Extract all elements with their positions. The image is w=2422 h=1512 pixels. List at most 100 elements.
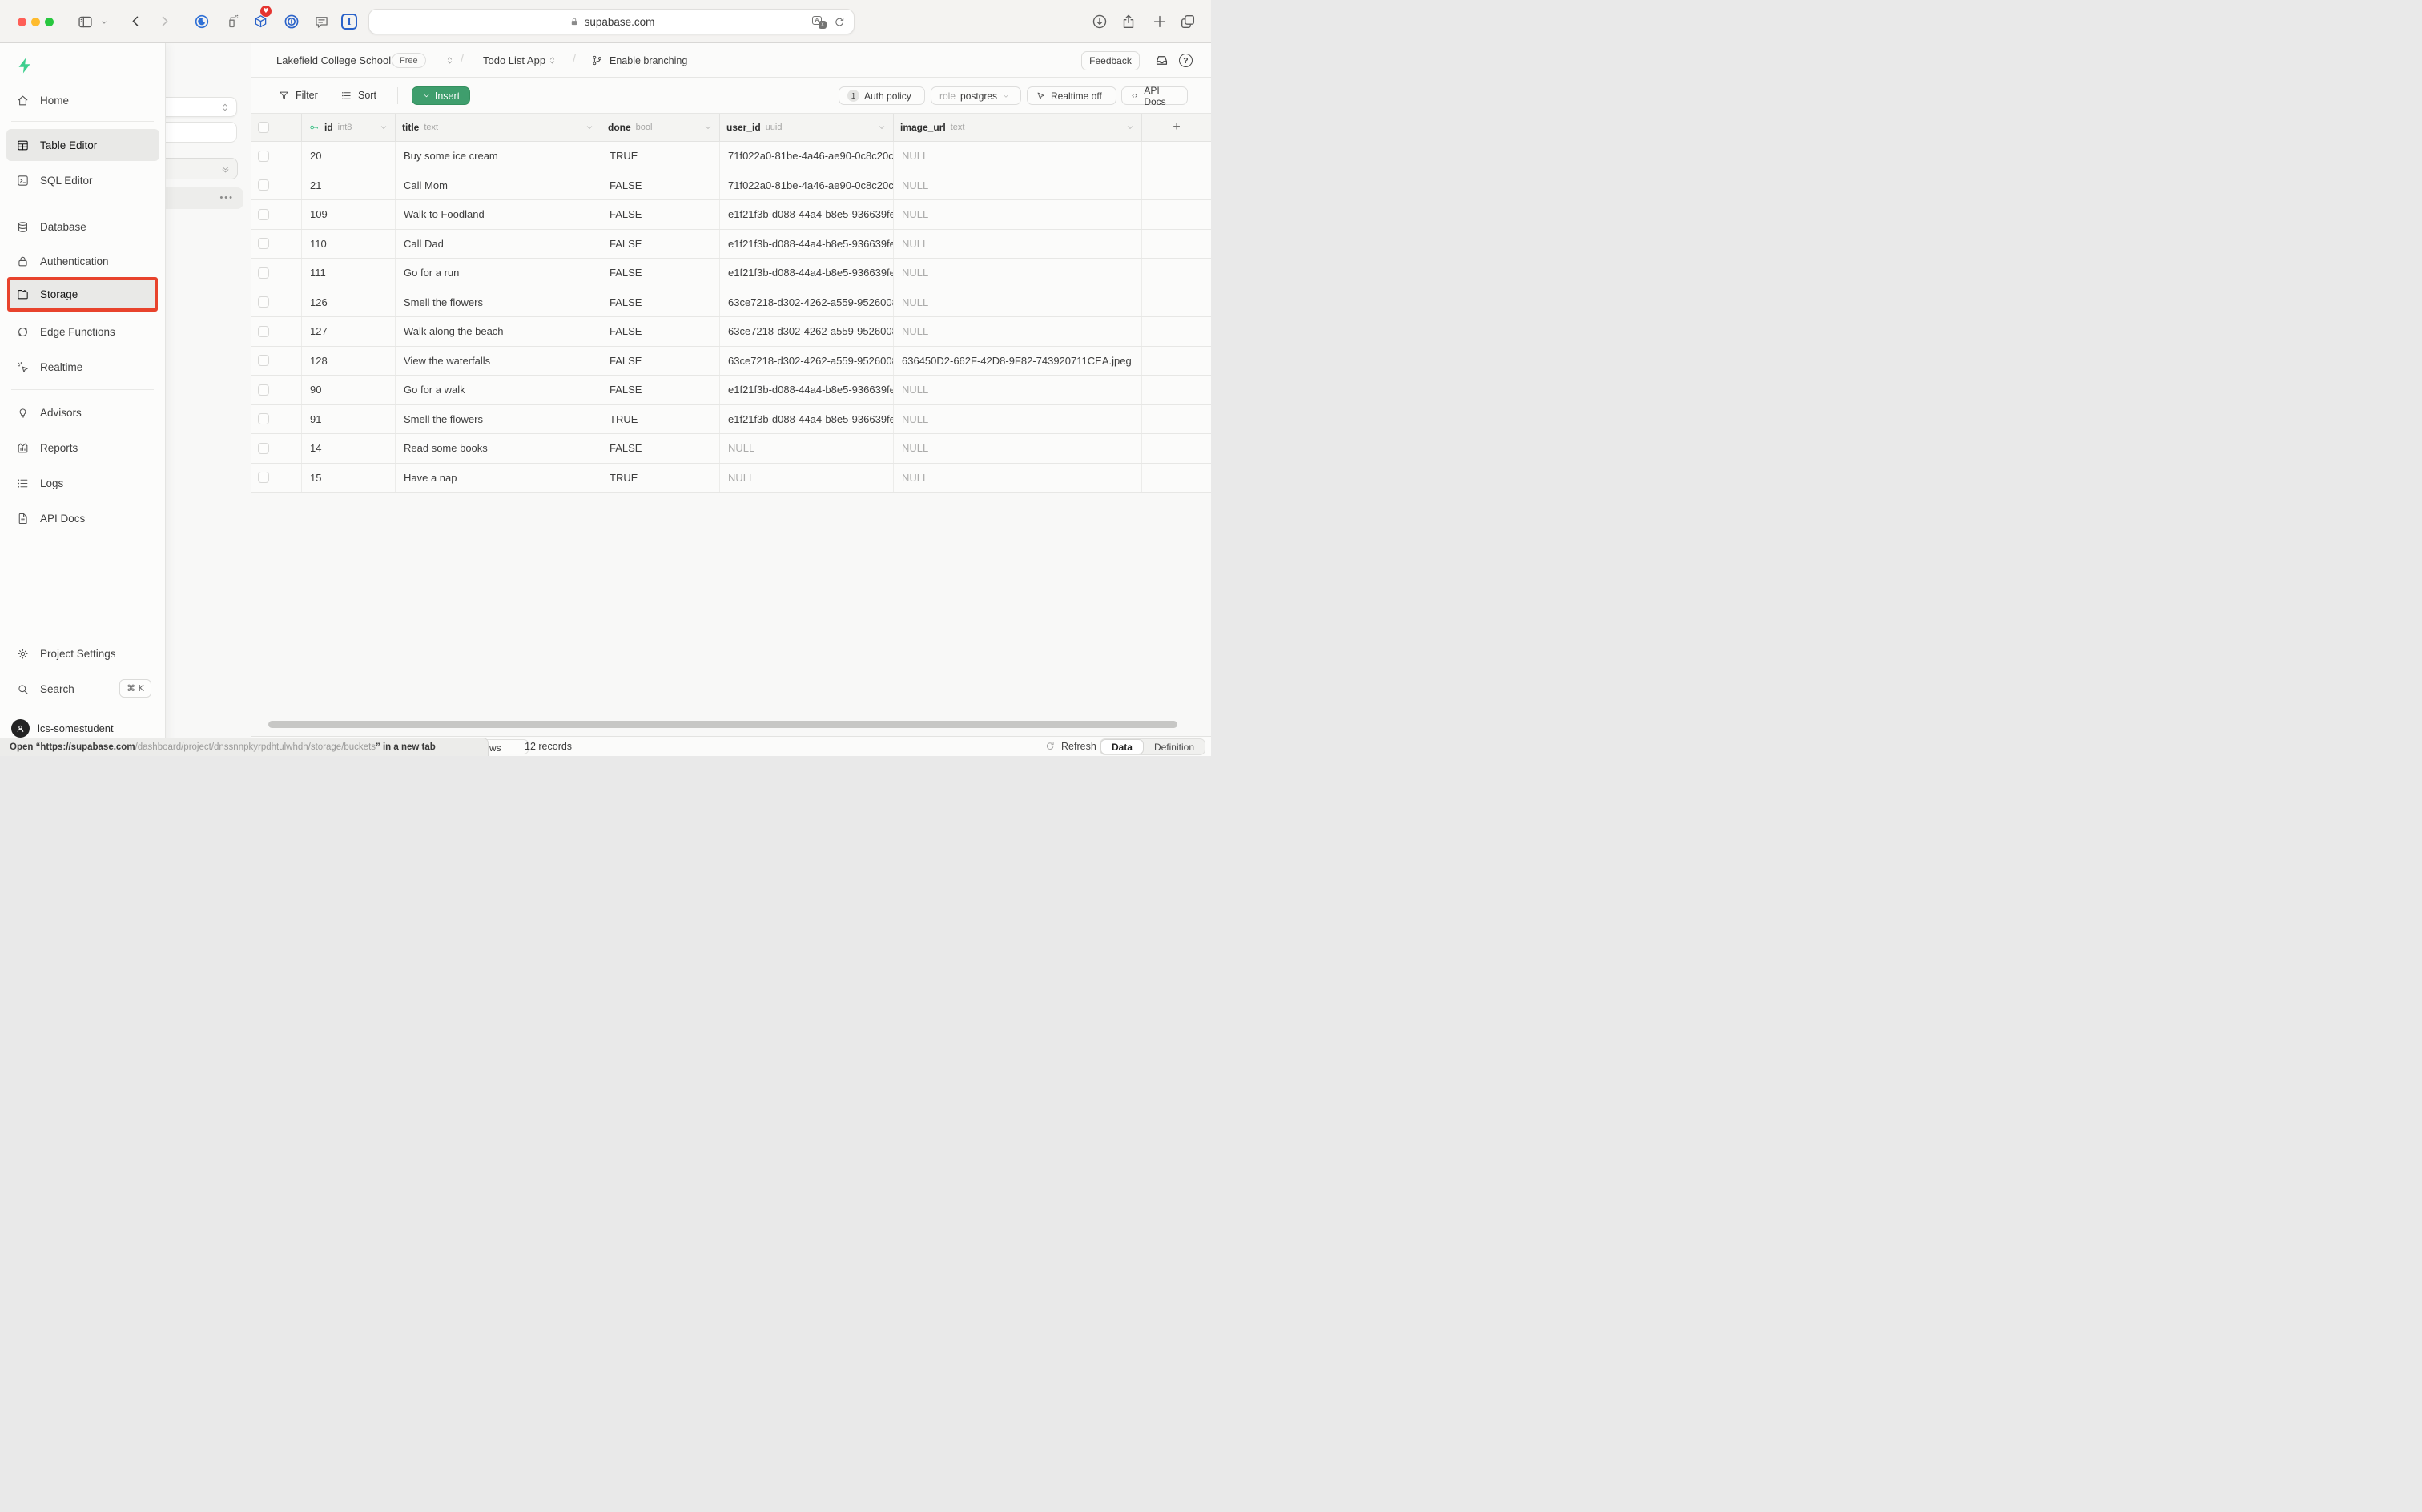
cell-image-url[interactable]: NULL — [894, 434, 1142, 463]
sidebar-chevron-icon[interactable] — [103, 22, 107, 23]
cell-id[interactable]: 15 — [302, 464, 396, 493]
cell-done[interactable]: TRUE — [601, 142, 720, 171]
row-checkbox[interactable] — [258, 326, 269, 337]
auth-policy-button[interactable]: 1 Auth policy — [839, 86, 925, 105]
translate-icon[interactable]: A x — [812, 16, 827, 29]
sidebar-item-authentication[interactable]: Authentication — [0, 247, 166, 275]
select-all-checkbox[interactable] — [258, 122, 269, 133]
sidebar-toggle-icon[interactable] — [79, 17, 91, 26]
cell-user-id[interactable]: 71f022a0-81be-4a46-ae90-0c8c20cd0ba0 — [720, 142, 894, 171]
extension-1password-icon[interactable] — [285, 15, 297, 27]
tab-data[interactable]: Data — [1100, 739, 1144, 754]
cell-id[interactable]: 14 — [302, 434, 396, 463]
column-menu-icon[interactable] — [879, 127, 884, 129]
supabase-logo[interactable] — [19, 58, 30, 74]
table-row[interactable]: 110 Call Dad FALSE e1f21f3b-d088-44a4-b8… — [251, 230, 1211, 259]
table-row[interactable]: 14 Read some books FALSE NULL NULL — [251, 434, 1211, 464]
zoom-window-button[interactable] — [45, 18, 54, 26]
cell-done[interactable]: FALSE — [601, 230, 720, 259]
feedback-button[interactable]: Feedback — [1081, 51, 1140, 70]
cell-image-url[interactable]: NULL — [894, 405, 1142, 434]
cell-user-id[interactable]: e1f21f3b-d088-44a4-b8e5-936639fe59dd — [720, 376, 894, 404]
select-all-header[interactable] — [251, 114, 302, 141]
close-window-button[interactable] — [18, 18, 26, 26]
cell-user-id[interactable]: e1f21f3b-d088-44a4-b8e5-936639fe59dd — [720, 200, 894, 229]
org-switcher-icon[interactable] — [448, 58, 451, 63]
table-options-icon[interactable]: ••• — [219, 195, 234, 201]
column-header-title[interactable]: title text — [396, 114, 601, 141]
cell-image-url[interactable]: NULL — [894, 317, 1142, 346]
sidebar-item-reports[interactable]: Reports — [0, 434, 166, 461]
column-menu-icon[interactable] — [1128, 127, 1133, 129]
sidebar-item-search[interactable]: Search — [0, 675, 112, 702]
cell-id[interactable]: 111 — [302, 259, 396, 288]
column-menu-icon[interactable] — [706, 127, 710, 129]
column-header-done[interactable]: done bool — [601, 114, 720, 141]
cell-id[interactable]: 20 — [302, 142, 396, 171]
cell-user-id[interactable]: 63ce7218-d302-4262-a559-952600892124 — [720, 347, 894, 376]
cell-title[interactable]: Call Mom — [396, 171, 601, 200]
cell-title[interactable]: Walk to Foodland — [396, 200, 601, 229]
horizontal-scrollbar[interactable] — [268, 721, 1177, 728]
forward-icon[interactable] — [163, 17, 167, 25]
insert-button[interactable]: Insert — [412, 86, 470, 105]
share-icon[interactable] — [1124, 15, 1133, 27]
row-checkbox[interactable] — [258, 384, 269, 396]
row-checkbox[interactable] — [258, 296, 269, 308]
inbox-icon[interactable] — [1157, 57, 1167, 65]
table-row[interactable]: 91 Smell the flowers TRUE e1f21f3b-d088-… — [251, 405, 1211, 435]
sidebar-item-advisors[interactable]: Advisors — [0, 399, 166, 426]
cell-image-url[interactable]: NULL — [894, 259, 1142, 288]
sidebar-item-sql-editor[interactable]: SQL Editor — [0, 167, 166, 194]
table-row[interactable]: 128 View the waterfalls FALSE 63ce7218-d… — [251, 347, 1211, 376]
table-row[interactable]: 21 Call Mom FALSE 71f022a0-81be-4a46-ae9… — [251, 171, 1211, 201]
api-docs-button[interactable]: API Docs — [1121, 86, 1188, 105]
cell-id[interactable]: 126 — [302, 288, 396, 317]
cell-done[interactable]: FALSE — [601, 288, 720, 317]
cell-title[interactable]: Call Dad — [396, 230, 601, 259]
cell-user-id[interactable]: 63ce7218-d302-4262-a559-952600892124 — [720, 288, 894, 317]
row-checkbox[interactable] — [258, 151, 269, 162]
cell-done[interactable]: FALSE — [601, 200, 720, 229]
new-tab-icon[interactable] — [1155, 17, 1165, 27]
sort-button[interactable]: Sort — [358, 90, 376, 101]
cell-image-url[interactable]: NULL — [894, 200, 1142, 229]
row-checkbox[interactable] — [258, 179, 269, 191]
row-checkbox[interactable] — [258, 238, 269, 249]
sidebar-item-logs[interactable]: Logs — [0, 469, 166, 497]
reload-icon[interactable] — [836, 18, 843, 26]
extension-moon-icon[interactable] — [196, 16, 208, 28]
sidebar-item-edge-functions[interactable]: Edge Functions — [0, 318, 166, 345]
cell-done[interactable]: FALSE — [601, 376, 720, 404]
minimize-window-button[interactable] — [31, 18, 40, 26]
extension-spray-icon[interactable] — [230, 16, 238, 27]
column-menu-icon[interactable] — [381, 127, 386, 129]
cell-id[interactable]: 109 — [302, 200, 396, 229]
cell-done[interactable]: FALSE — [601, 317, 720, 346]
cell-title[interactable]: Go for a run — [396, 259, 601, 288]
cell-done[interactable]: TRUE — [601, 464, 720, 493]
cell-user-id[interactable]: e1f21f3b-d088-44a4-b8e5-936639fe59dd — [720, 405, 894, 434]
sidebar-item-storage[interactable]: Storage — [10, 280, 155, 308]
sidebar-item-database[interactable]: Database — [0, 213, 166, 240]
table-row[interactable]: 111 Go for a run FALSE e1f21f3b-d088-44a… — [251, 259, 1211, 288]
row-checkbox[interactable] — [258, 443, 269, 454]
cell-image-url[interactable]: NULL — [894, 142, 1142, 171]
filter-button[interactable]: Filter — [296, 90, 318, 101]
add-column-button[interactable]: + — [1142, 114, 1211, 141]
cell-image-url[interactable]: NULL — [894, 376, 1142, 404]
role-select[interactable]: role postgres — [931, 86, 1021, 105]
tab-definition[interactable]: Definition — [1144, 739, 1205, 754]
table-row[interactable]: 109 Walk to Foodland FALSE e1f21f3b-d088… — [251, 200, 1211, 230]
cell-done[interactable]: FALSE — [601, 259, 720, 288]
column-header-user-id[interactable]: user_id uuid — [720, 114, 894, 141]
sidebar-item-api-docs[interactable]: API Docs — [0, 505, 166, 532]
cell-title[interactable]: Smell the flowers — [396, 288, 601, 317]
downloads-icon[interactable] — [1093, 15, 1105, 27]
cell-title[interactable]: Buy some ice cream — [396, 142, 601, 171]
tab-overview-icon[interactable] — [1182, 16, 1194, 28]
cell-image-url[interactable]: NULL — [894, 171, 1142, 200]
cell-done[interactable]: FALSE — [601, 434, 720, 463]
row-checkbox[interactable] — [258, 267, 269, 279]
cell-user-id[interactable]: NULL — [720, 434, 894, 463]
